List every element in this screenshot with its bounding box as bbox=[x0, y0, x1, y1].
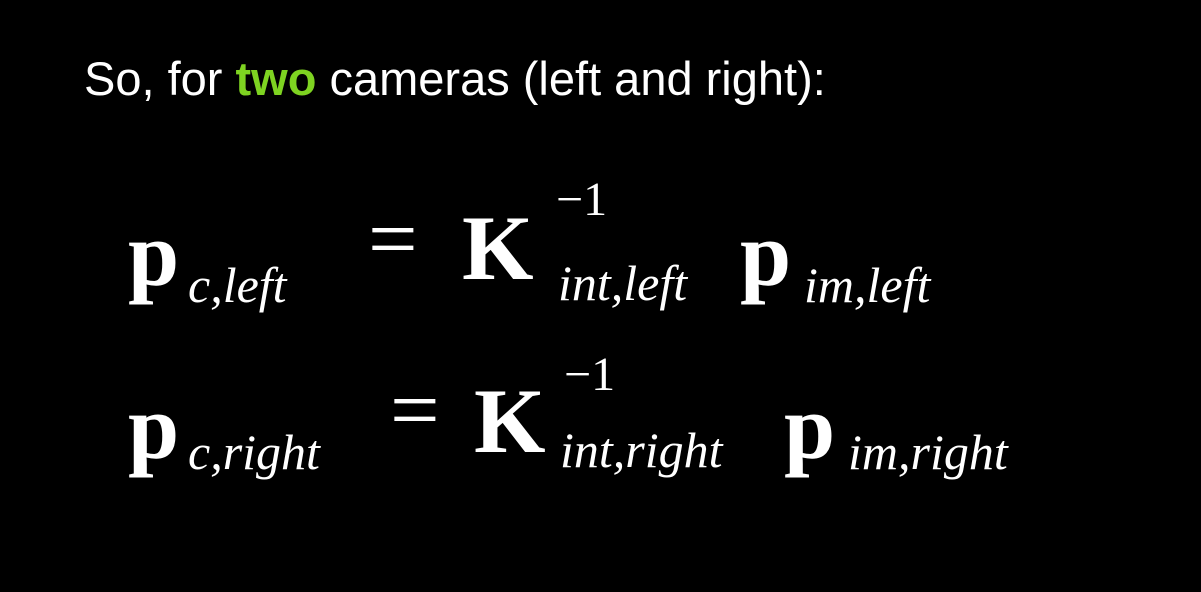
eq-right-equals: = bbox=[390, 362, 440, 459]
slide: So, for two cameras (left and right): p … bbox=[0, 0, 1201, 592]
eq-right-matrix-subscript: int,right bbox=[560, 422, 723, 478]
eq-right-matrix-symbol: K bbox=[474, 370, 546, 472]
heading-suffix: cameras (left and right): bbox=[316, 52, 826, 105]
eq-left-rhs-subscript: im,left bbox=[804, 257, 931, 313]
eq-left-matrix-subscript: int,left bbox=[558, 255, 688, 311]
eq-left-equals: = bbox=[368, 191, 418, 288]
eq-left-matrix-symbol: K bbox=[462, 197, 534, 299]
eq-right-rhs-subscript: im,right bbox=[848, 424, 1008, 480]
eq-right-lhs-symbol: p bbox=[128, 376, 180, 478]
eq-right-rhs-symbol: p bbox=[784, 376, 836, 478]
heading-highlight: two bbox=[235, 52, 317, 105]
eq-right-lhs-subscript: c,right bbox=[188, 424, 320, 480]
eq-left-lhs-subscript: c,left bbox=[188, 257, 287, 313]
heading-prefix: So, for bbox=[84, 52, 236, 105]
eq-right-matrix-superscript: −1 bbox=[564, 348, 616, 401]
eq-left-lhs-symbol: p bbox=[128, 203, 180, 305]
eq-left-matrix-superscript: −1 bbox=[556, 173, 608, 226]
eq-left-rhs-symbol: p bbox=[740, 203, 792, 305]
slide-heading: So, for two cameras (left and right): bbox=[84, 44, 826, 114]
